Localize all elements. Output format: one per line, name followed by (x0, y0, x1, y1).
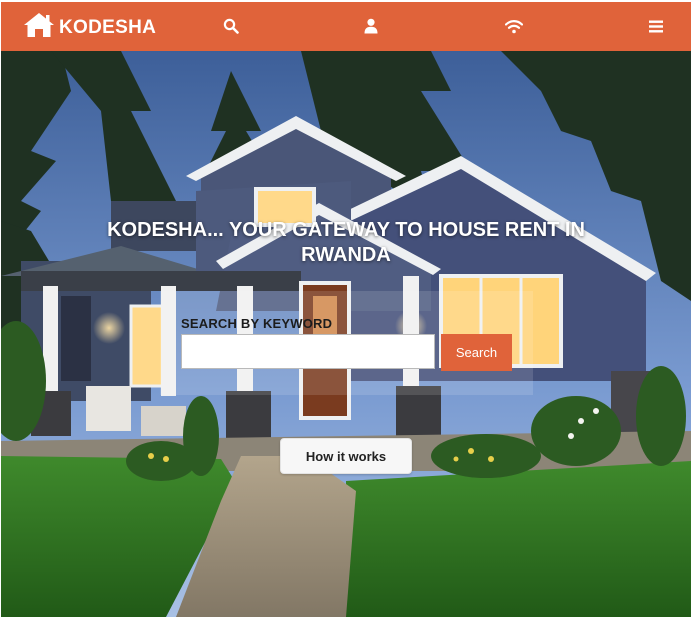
user-icon[interactable] (362, 17, 380, 35)
search-button[interactable]: Search (441, 334, 512, 371)
search-input[interactable] (181, 334, 435, 369)
hero-headline: KODESHA... YOUR GATEWAY TO HOUSE RENT IN… (107, 219, 585, 266)
app-frame: KODESHA KODESHA... YOUR GATEWAY TO HOUSE… (1, 2, 691, 617)
menu-icon[interactable] (647, 17, 665, 35)
navbar: KODESHA (1, 2, 691, 51)
home-icon (23, 12, 55, 43)
how-it-works-button[interactable]: How it works (280, 438, 412, 474)
hero-section: KODESHA... YOUR GATEWAY TO HOUSE RENT IN… (1, 51, 691, 617)
brand-name: KODESHA (59, 16, 157, 38)
brand-link[interactable]: KODESHA (23, 12, 156, 43)
wifi-icon[interactable] (505, 17, 523, 35)
search-icon[interactable] (222, 17, 240, 35)
search-label: SEARCH BY KEYWORD (181, 316, 333, 331)
